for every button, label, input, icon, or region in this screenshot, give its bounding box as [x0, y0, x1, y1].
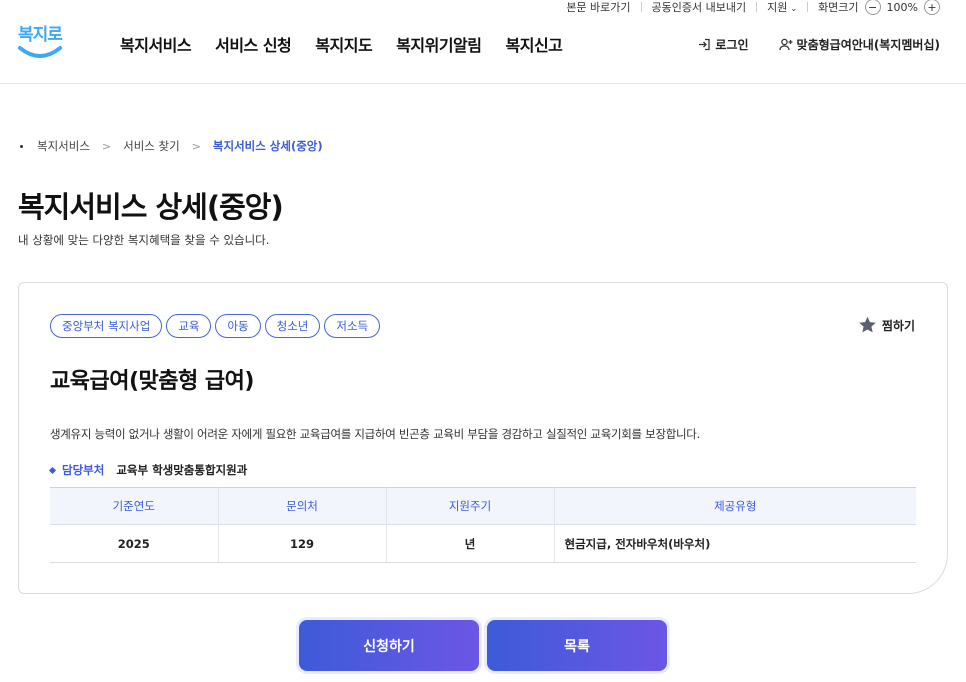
cell-support-cycle: 년	[386, 524, 555, 563]
department-value: 교육부 학생맞춤통합지원과	[116, 463, 248, 477]
site-header: 복지로 복지서비스 서비스 신청 복지지도 복지위기알림 복지신고 로그인 맞춤…	[0, 16, 966, 84]
service-description: 생계유지 능력이 없거나 생활이 어려운 자에게 필요한 교육급여를 지급하여 …	[50, 427, 700, 441]
chevron-down-icon: ⌄	[790, 4, 798, 13]
cell-provision-type: 현금지급, 전자바우처(바우처)	[554, 524, 916, 563]
screen-size-label: 화면크기	[818, 1, 859, 14]
utility-bar: 본문 바로가기 공동인증서 내보내기 지원 ⌄ 화면크기 − 100% +	[566, 0, 946, 15]
tag-children: 아동	[215, 314, 261, 338]
breadcrumb: 복지서비스 > 서비스 찾기 > 복지서비스 상세(중앙)	[18, 138, 323, 154]
breadcrumb-item-service-search[interactable]: 서비스 찾기	[123, 138, 180, 154]
membership-label: 맞춤형급여안내(복지멤버십)	[796, 38, 940, 52]
favorite-label: 찜하기	[881, 318, 915, 333]
nav-welfare-report[interactable]: 복지신고	[506, 32, 563, 56]
page-subtitle: 내 상황에 맞는 다양한 복지혜택을 찾을 수 있습니다.	[18, 233, 270, 247]
star-icon	[859, 316, 876, 333]
divider	[640, 2, 642, 12]
page-title: 복지서비스 상세(중앙)	[18, 190, 284, 224]
department-label: 담당부처	[62, 463, 105, 477]
tag-education: 교육	[166, 314, 212, 338]
breadcrumb-item-welfare-services[interactable]: 복지서비스	[37, 138, 90, 154]
user-plus-icon	[778, 38, 793, 51]
tag-list: 중앙부처 복지사업 교육 아동 청소년 저소득	[50, 314, 384, 338]
membership-link[interactable]: 맞춤형급여안내(복지멤버십)	[778, 36, 940, 53]
column-header-support-cycle: 지원주기	[386, 487, 555, 525]
apply-button[interactable]: 신청하기	[299, 620, 479, 671]
tag-youth: 청소년	[264, 314, 321, 338]
zoom-in-button[interactable]: +	[924, 0, 940, 15]
logo-smile-icon	[18, 46, 62, 58]
divider	[807, 2, 809, 12]
zoom-level: 100%	[886, 0, 918, 14]
column-header-base-year: 기준연도	[50, 487, 219, 525]
breadcrumb-bullet-icon	[20, 144, 23, 148]
logo[interactable]: 복지로	[18, 20, 66, 66]
zoom-out-button[interactable]: −	[864, 0, 881, 15]
support-label: 지원	[767, 1, 788, 14]
nav-service-apply[interactable]: 서비스 신청	[215, 32, 292, 56]
table-header-row: 기준연도 문의처 지원주기 제공유형	[50, 487, 916, 525]
header-actions: 로그인 맞춤형급여안내(복지멤버십)	[668, 36, 940, 53]
service-title: 교육급여(맞춤형 급여)	[50, 369, 254, 394]
login-link[interactable]: 로그인	[698, 36, 749, 53]
department-info: 담당부처 교육부 학생맞춤통합지원과	[48, 462, 248, 478]
login-icon	[699, 38, 711, 51]
divider	[756, 2, 758, 12]
favorite-button[interactable]: 찜하기	[858, 316, 915, 334]
nav-welfare-map[interactable]: 복지지도	[315, 32, 372, 56]
cell-contact: 129	[218, 524, 387, 563]
column-header-provision-type: 제공유형	[554, 487, 916, 525]
chevron-right-icon: >	[101, 139, 112, 153]
chevron-right-icon: >	[191, 139, 201, 153]
diamond-bullet-icon	[48, 466, 57, 474]
tag-low-income: 저소득	[324, 314, 381, 338]
nav-crisis-alert[interactable]: 복지위기알림	[396, 32, 482, 56]
service-detail-card: 중앙부처 복지사업 교육 아동 청소년 저소득 찜하기 교육급여(맞춤형 급여)…	[18, 282, 948, 594]
service-info-table: 기준연도 문의처 지원주기 제공유형 2025 129 년 현금지급, 전자바우…	[50, 487, 916, 563]
tag-central-ministry: 중앙부처 복지사업	[50, 314, 163, 338]
nav-welfare-services[interactable]: 복지서비스	[120, 32, 192, 56]
action-buttons: 신청하기 목록	[299, 620, 675, 671]
login-label: 로그인	[715, 38, 749, 52]
support-dropdown[interactable]: 지원 ⌄	[767, 0, 797, 15]
skip-to-content-link[interactable]: 본문 바로가기	[566, 0, 630, 15]
page: 본문 바로가기 공동인증서 내보내기 지원 ⌄ 화면크기 − 100% + 복지로…	[0, 0, 966, 682]
main-nav: 복지서비스 서비스 신청 복지지도 복지위기알림 복지신고	[120, 32, 586, 56]
cell-base-year: 2025	[50, 524, 219, 563]
table-row: 2025 129 년 현금지급, 전자바우처(바우처)	[50, 524, 916, 563]
column-header-contact: 문의처	[218, 487, 387, 525]
logo-text: 복지로	[18, 25, 63, 45]
breadcrumb-item-current: 복지서비스 상세(중앙)	[212, 139, 323, 153]
cert-export-link[interactable]: 공동인증서 내보내기	[652, 0, 747, 15]
list-button[interactable]: 목록	[487, 620, 667, 671]
